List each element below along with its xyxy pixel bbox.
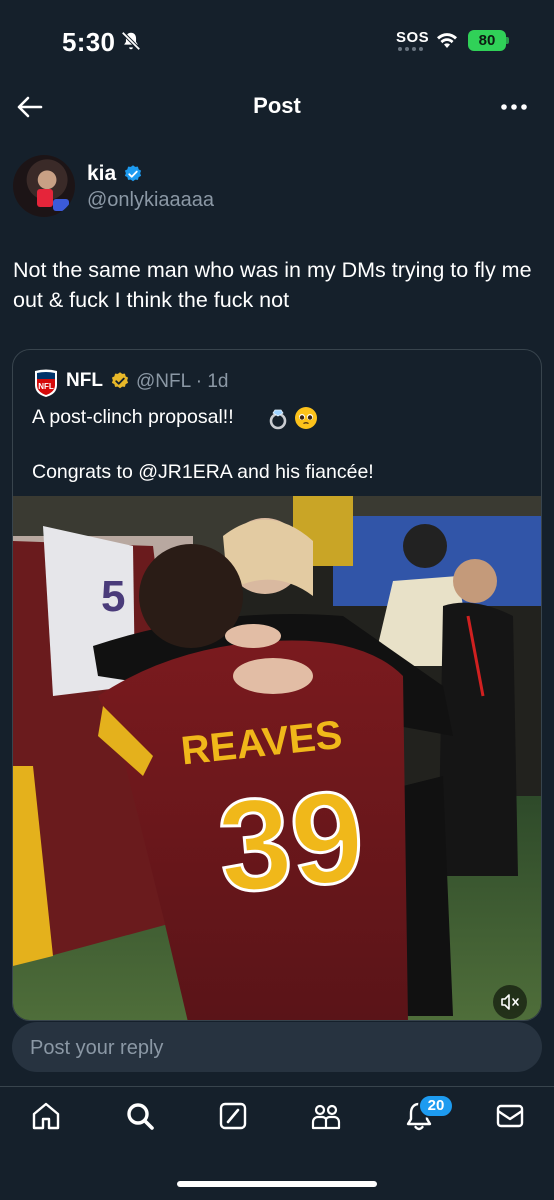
notification-count-badge: 20 [418,1094,454,1118]
author-handle[interactable]: @onlykiaaaaa [87,189,214,212]
page-title: Post [253,93,301,118]
reply-placeholder[interactable]: Post your reply [30,1037,163,1060]
jersey-number: 39 [213,762,370,920]
pleading-face-emoji-icon [295,407,317,429]
bell-slash-icon [121,31,141,51]
nfl-shield-icon: NFL [35,369,57,397]
speaker-muted-icon [501,994,519,1010]
status-time: 5:30 [62,27,116,57]
more-options-icon[interactable] [498,96,530,118]
quote-text-line1: A post-clinch proposal!! [32,406,234,428]
quote-author-name[interactable]: NFL [66,370,103,392]
video-frame: 5 REAVES 39 [13,496,541,1020]
quoted-video[interactable]: 5 REAVES 39 [13,496,541,1020]
search-icon[interactable] [124,1100,156,1132]
battery-nub [506,37,509,44]
gold-verified-badge-icon [111,372,129,389]
nav-divider [0,1086,554,1087]
quote-author-handle: @NFL · 1d [136,371,229,392]
battery-indicator: 80 [468,30,506,51]
grok-icon[interactable] [217,1100,249,1132]
mute-button[interactable] [493,985,527,1019]
communities-icon[interactable] [310,1100,342,1132]
quoted-post-card[interactable]: NFL NFL @NFL · 1d A post-clinch proposal… [12,349,542,1021]
home-indicator [177,1181,377,1187]
svg-text:NFL: NFL [38,382,54,391]
author-name[interactable]: kia [87,162,116,186]
quote-text-line2: Congrats to @JR1ERA and his fiancée! [32,461,374,483]
signal-dots [398,47,426,51]
avatar[interactable] [13,155,75,217]
wifi-icon [437,33,457,48]
ring-emoji-icon [269,409,287,430]
home-icon[interactable] [30,1100,62,1132]
post-text: Not the same man who was in my DMs tryin… [13,258,532,312]
sos-indicator: SOS [396,29,430,46]
messages-icon[interactable] [494,1100,526,1132]
banner-number: 5 [101,572,125,621]
verified-badge-icon [124,165,142,182]
